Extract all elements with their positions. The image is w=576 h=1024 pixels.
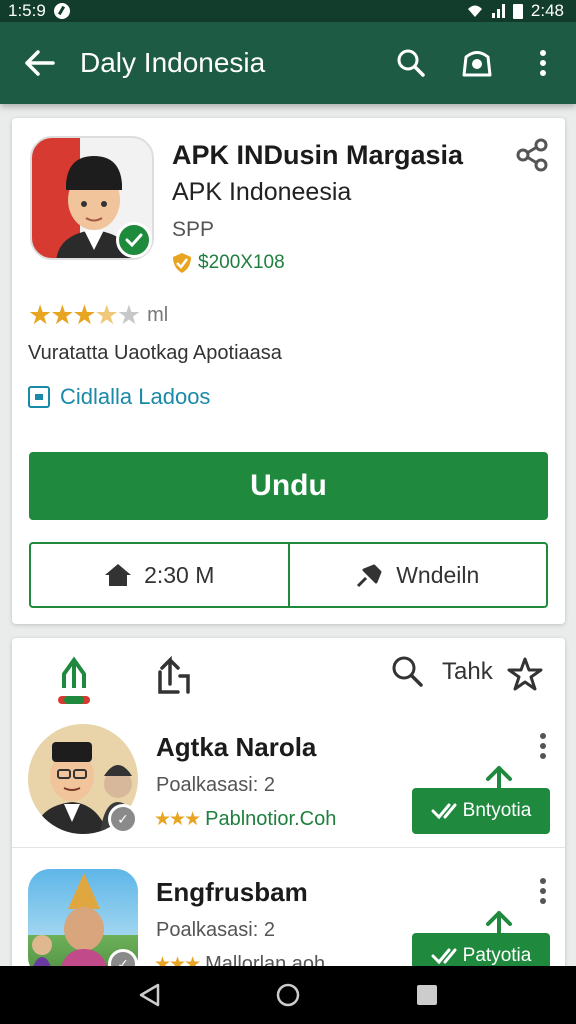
list-toolbar-label[interactable]: Tahk [442,658,493,686]
search-button[interactable] [378,22,444,104]
item-meta-label: Pablnotior.Coh [205,808,337,830]
details-link-label: Cidlalla Ladoos [60,384,211,409]
item-rating-stars: ★★★ [154,809,201,830]
square-recents-icon [416,985,437,1005]
wishlist-label: Wndeiln [396,561,480,588]
rating-row: ★★★★★ ml [28,300,168,331]
back-button[interactable] [0,22,80,104]
notification-icon [53,3,70,19]
app-bar-title: Daly Indonesia [80,47,266,78]
item-install-button[interactable]: Bntyotia [412,788,550,834]
item-subtitle: Poalkasasi: 2 [156,774,275,796]
pin-icon [357,564,382,588]
item-more-button[interactable] [531,873,555,909]
check-icon [125,233,143,247]
upload-icon [58,656,90,704]
share-icon [516,138,548,172]
signal-icon [491,4,505,18]
status-bar: 1:5:9 2:48 [0,0,576,22]
favorite-button[interactable] [506,656,544,692]
related-apps-card: Tahk ✓ Agtka Narola Poalkasasi: 2 ★★★ Pa… [12,638,565,1018]
more-menu-button[interactable] [510,22,576,104]
home-button[interactable]: 2:30 M [31,544,288,606]
arrow-left-icon [25,50,55,76]
more-vertical-icon [540,878,546,904]
nav-home-button[interactable] [258,966,318,1024]
share-up-button[interactable] [56,654,92,706]
list-toolbar: Tahk [12,638,565,718]
system-nav-bar [0,966,576,1024]
shopping-bag-icon [462,51,492,77]
app-bar: Daly Indonesia [0,22,576,104]
verified-badge: ✓ [108,804,138,834]
item-install-label: Bntyotia [462,800,532,821]
verified-badge [116,222,152,258]
home-icon [105,564,132,586]
app-size-label: $200X108 [198,252,285,273]
app-price: SPP [172,218,215,241]
item-more-button[interactable] [531,728,555,764]
info-icon [28,386,50,408]
item-title: Engfrusbam [156,877,308,907]
store-button[interactable] [444,22,510,104]
list-search-button[interactable] [390,654,424,688]
rating-count: ml [147,304,169,326]
secondary-actions: 2:30 M Wndeiln [29,542,548,608]
app-details-card: APK INDusin Margasia APK Indoneesia SPP … [12,118,565,624]
nav-recents-button[interactable] [397,966,457,1024]
more-vertical-icon [540,733,546,759]
status-clock: 2:48 [530,1,564,20]
details-link[interactable]: Cidlalla Ladoos [28,384,210,410]
shield-icon [173,253,191,273]
rating-stars: ★★★★★ [28,300,141,330]
check-icon [431,803,457,820]
circle-home-icon [276,983,300,1007]
wifi-icon [467,5,482,17]
search-icon [392,656,423,687]
battery-icon [512,3,523,19]
app-size: $200X108 [172,252,285,274]
install-button[interactable]: Undu [29,452,548,520]
item-meta: ★★★ Pablnotior.Coh [154,808,336,831]
list-item[interactable]: ✓ Agtka Narola Poalkasasi: 2 ★★★ Pablnot… [12,718,565,848]
check-icon [431,948,457,965]
triangle-back-icon [140,983,160,1007]
wishlist-button[interactable]: Wndeiln [287,544,547,606]
export-icon [158,655,190,694]
item-install-label: Patyotia [462,945,532,966]
nav-back-button[interactable] [119,966,179,1024]
app-description: Vuratatta Uaotkag Apotiaasa [28,342,282,364]
export-button[interactable] [156,655,192,696]
home-label: 2:30 M [144,561,215,588]
share-button[interactable] [515,138,549,172]
item-subtitle: Poalkasasi: 2 [156,919,275,941]
status-time: 1:5:9 [8,1,46,20]
more-vertical-icon [540,50,546,76]
app-developer: APK Indoneesia [172,178,352,206]
star-outline-icon [507,657,543,691]
app-title: APK INDusin Margasia [172,140,464,170]
search-icon [397,49,425,77]
item-title: Agtka Narola [156,732,317,762]
